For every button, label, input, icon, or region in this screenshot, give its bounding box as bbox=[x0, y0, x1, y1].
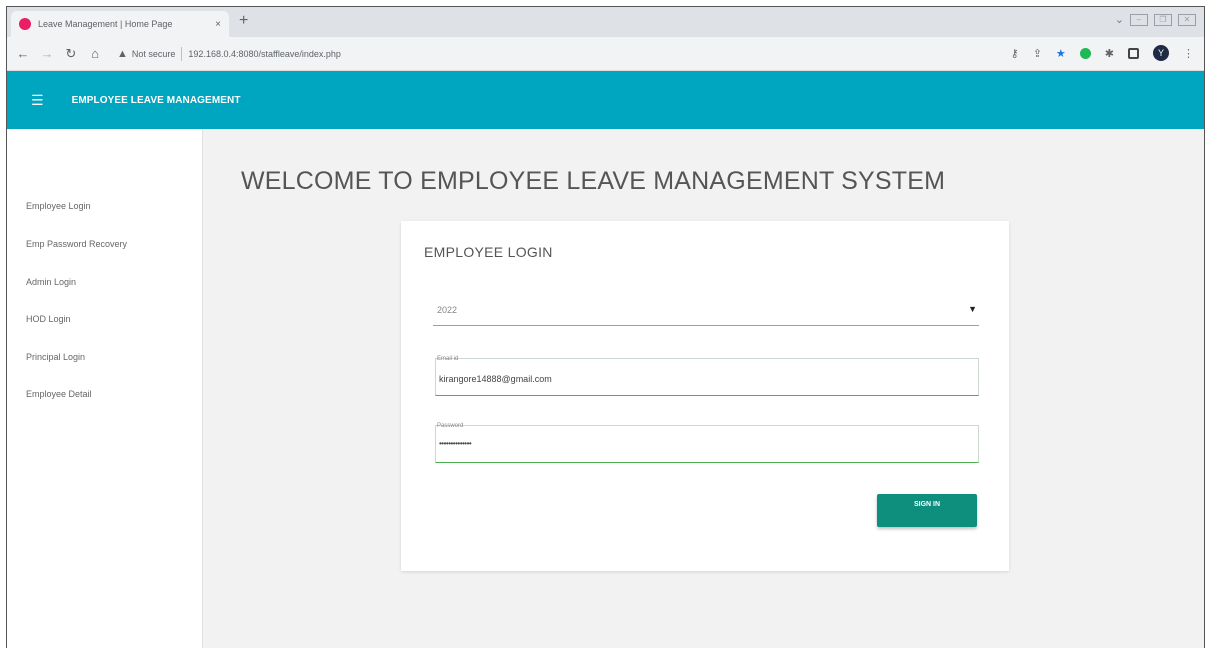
forward-icon[interactable]: → bbox=[37, 44, 57, 64]
bookmark-star-icon[interactable]: ★ bbox=[1056, 47, 1066, 60]
home-icon[interactable]: ⌂ bbox=[85, 44, 105, 64]
favicon-icon bbox=[19, 18, 31, 30]
browser-tab[interactable]: Leave Management | Home Page × bbox=[11, 11, 229, 37]
warning-icon[interactable]: ▲ bbox=[117, 48, 128, 60]
browser-toolbar: ← → ↻ ⌂ ▲ Not secure 192.168.0.4:8080/st… bbox=[7, 37, 1204, 71]
sidebar-item-employee-detail[interactable]: Employee Detail bbox=[26, 389, 92, 399]
address-bar[interactable]: 192.168.0.4:8080/staffleave/index.php bbox=[188, 49, 340, 59]
menu-dots-icon[interactable]: ⋮ bbox=[1183, 47, 1194, 60]
year-select-value: 2022 bbox=[437, 305, 458, 315]
tab-title: Leave Management | Home Page bbox=[38, 19, 173, 29]
reload-icon[interactable]: ↻ bbox=[61, 44, 81, 64]
share-icon[interactable]: ⇪ bbox=[1033, 47, 1042, 60]
minimize-icon[interactable]: – bbox=[1130, 13, 1148, 26]
app-title: EMPLOYEE LEAVE MANAGEMENT bbox=[71, 94, 241, 106]
dropdown-arrow-icon[interactable]: ▼ bbox=[968, 304, 977, 314]
extension-green-icon[interactable] bbox=[1079, 47, 1091, 59]
email-field[interactable]: Email id kirangore14888@gmail.com bbox=[435, 356, 979, 396]
hamburger-menu-icon[interactable]: ☰ bbox=[31, 92, 44, 109]
sidebar-item-admin-login[interactable]: Admin Login bbox=[26, 277, 76, 287]
sidepanel-icon[interactable] bbox=[1128, 47, 1139, 59]
login-card-title: EMPLOYEE LOGIN bbox=[424, 244, 553, 260]
main-content: WELCOME TO EMPLOYEE LEAVE MANAGEMENT SYS… bbox=[203, 129, 1204, 648]
password-input[interactable]: •••••••••••••• bbox=[439, 439, 939, 448]
puzzle-icon[interactable]: ✱ bbox=[1105, 47, 1114, 60]
browser-window: Leave Management | Home Page × + ⌄ – ❐ ✕… bbox=[6, 6, 1205, 648]
tab-close-icon[interactable]: × bbox=[215, 19, 221, 30]
sidebar-item-hod-login[interactable]: HOD Login bbox=[26, 314, 71, 324]
sidebar-item-principal-login[interactable]: Principal Login bbox=[26, 352, 85, 362]
sidebar-item-password-recovery[interactable]: Emp Password Recovery bbox=[26, 239, 127, 249]
url-separator bbox=[181, 46, 183, 61]
sign-in-button[interactable]: SIGN IN bbox=[877, 494, 977, 527]
tab-strip: Leave Management | Home Page × + ⌄ – ❐ ✕ bbox=[7, 7, 1204, 37]
extensions-bar: ⚷ ⇪ ★ ✱ Y ⋮ bbox=[1011, 45, 1194, 61]
email-label: Email id bbox=[437, 356, 459, 362]
key-icon[interactable]: ⚷ bbox=[1011, 47, 1019, 60]
close-window-icon[interactable]: ✕ bbox=[1178, 13, 1196, 26]
password-label: Password bbox=[437, 423, 464, 429]
year-select[interactable]: 2022 ▼ bbox=[433, 296, 979, 326]
back-icon[interactable]: ← bbox=[13, 44, 33, 64]
new-tab-button[interactable]: + bbox=[239, 11, 248, 31]
password-field[interactable]: Password •••••••••••••• bbox=[435, 423, 979, 463]
chevron-down-icon[interactable]: ⌄ bbox=[1115, 13, 1124, 26]
login-card: EMPLOYEE LOGIN 2022 ▼ Email id kirangore… bbox=[401, 221, 1009, 571]
not-secure-label[interactable]: Not secure bbox=[132, 49, 176, 59]
window-controls: ⌄ – ❐ ✕ bbox=[1115, 13, 1196, 26]
profile-avatar-icon[interactable]: Y bbox=[1153, 45, 1169, 61]
app-header: ☰ EMPLOYEE LEAVE MANAGEMENT bbox=[7, 71, 1204, 129]
page-title: WELCOME TO EMPLOYEE LEAVE MANAGEMENT SYS… bbox=[241, 167, 946, 195]
sidebar: Employee Login Emp Password Recovery Adm… bbox=[7, 129, 203, 648]
restore-icon[interactable]: ❐ bbox=[1154, 13, 1172, 26]
sidebar-item-employee-login[interactable]: Employee Login bbox=[26, 201, 91, 211]
email-input[interactable]: kirangore14888@gmail.com bbox=[439, 374, 939, 384]
